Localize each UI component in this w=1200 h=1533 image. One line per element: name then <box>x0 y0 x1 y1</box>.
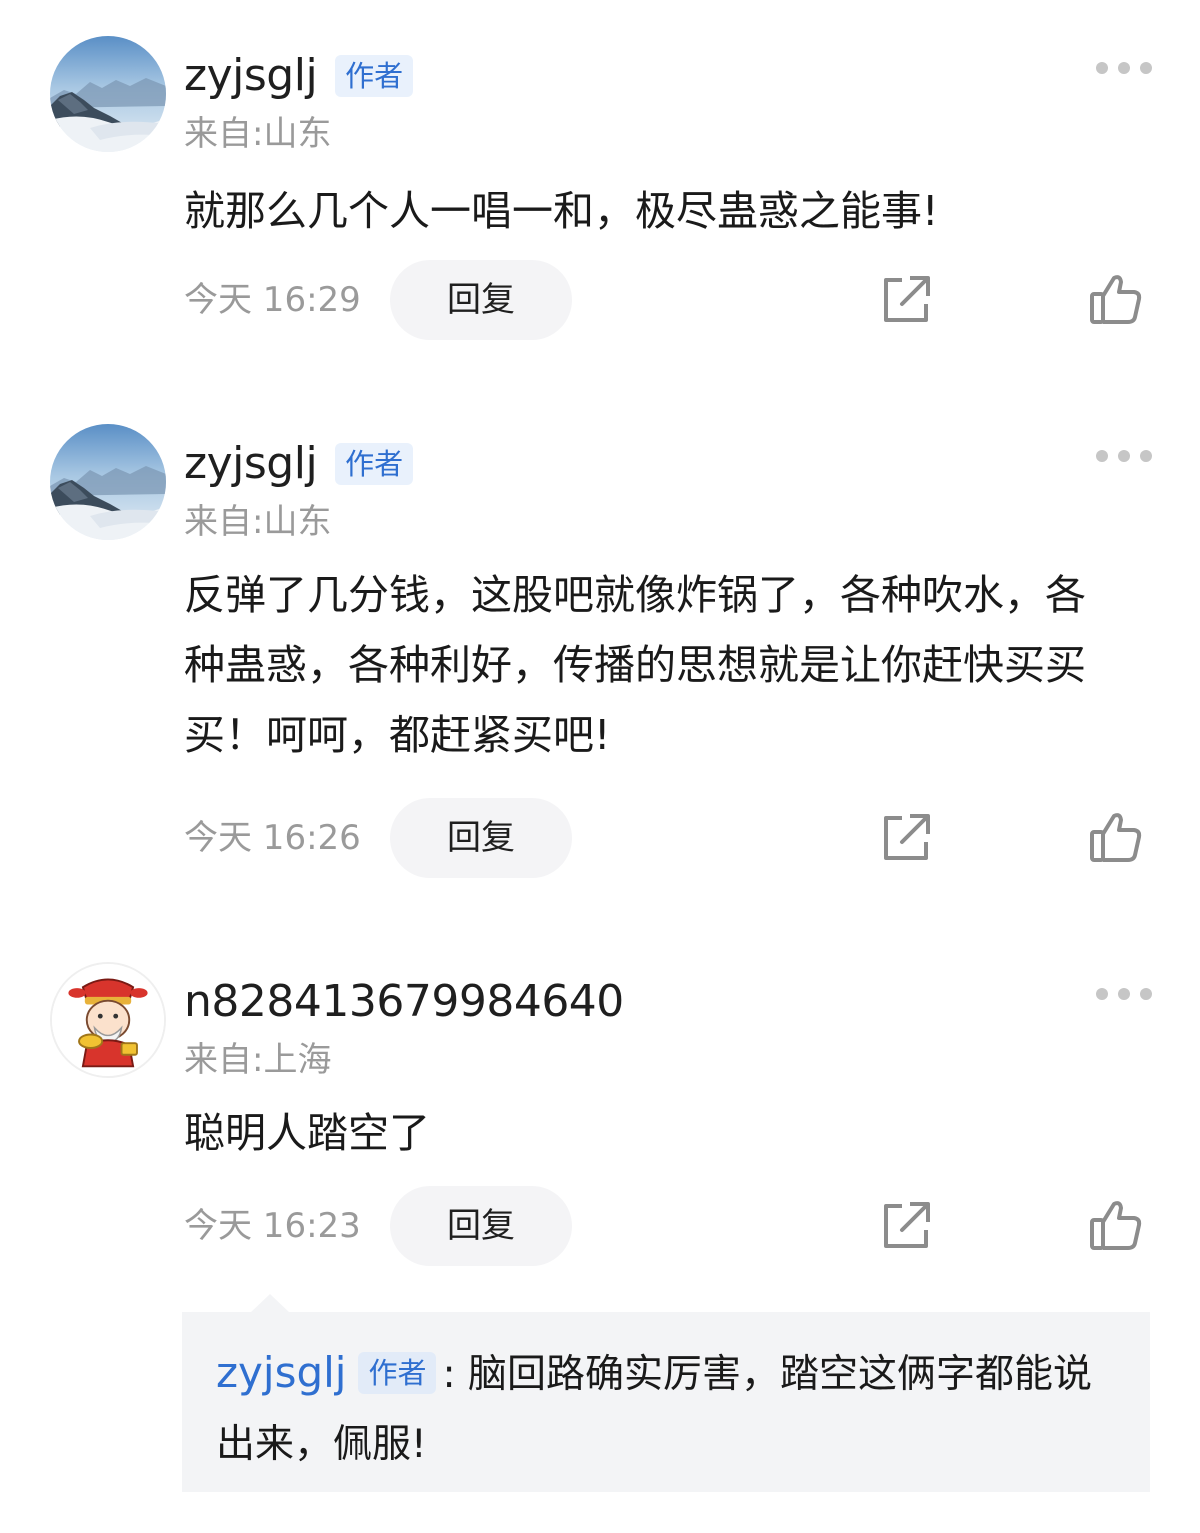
author-row: zyjsglj 作者 <box>184 436 414 492</box>
more-dots-icon[interactable] <box>1096 58 1152 78</box>
sub-reply-username[interactable]: zyjsglj <box>216 1348 346 1397</box>
avatar[interactable] <box>50 424 166 540</box>
author-row: zyjsglj 作者 <box>184 48 414 104</box>
comment-text: 反弹了几分钱，这股吧就像炸锅了，各种吹水，各种蛊惑，各种利好，传播的思想就是让你… <box>184 571 1086 759</box>
comment-item: zyjsglj 作者 来自:山东 就那么几个人一唱一和，极尽蛊惑之能事! 今天 … <box>0 36 1200 356</box>
sub-reply-text: : 脑回路确实厉害，踏空这俩字都能说出来，佩服! <box>216 1352 1093 1467</box>
more-dots-icon[interactable] <box>1096 984 1152 1004</box>
mountain-avatar-image <box>50 36 166 152</box>
location-label: 来自:上海 <box>184 1040 332 1080</box>
comment-actions: 今天 16:29 回复 <box>184 260 1154 340</box>
comment-actions: 今天 16:23 回复 <box>184 1186 1154 1266</box>
location-label: 来自:山东 <box>184 502 332 542</box>
username[interactable]: n828413679984640 <box>184 974 624 1030</box>
timestamp: 今天 16:29 <box>184 280 361 320</box>
sub-reply-content: zyjsglj 作者: 脑回路确实厉害，踏空这俩字都能说出来，佩服! <box>216 1338 1126 1480</box>
location-label: 来自:山东 <box>184 114 332 154</box>
share-icon[interactable] <box>880 274 932 326</box>
comment-text: 就那么几个人一唱一和，极尽蛊惑之能事! <box>184 187 939 235</box>
thumbs-up-icon[interactable] <box>1088 272 1144 326</box>
more-dots-icon[interactable] <box>1096 446 1152 466</box>
reply-button[interactable]: 回复 <box>390 260 572 340</box>
thumbs-up-icon[interactable] <box>1088 1198 1144 1252</box>
author-badge: 作者 <box>358 1352 437 1394</box>
god-of-wealth-avatar-image <box>52 964 164 1076</box>
comment-item: n828413679984640 来自:上海 聪明人踏空了 今天 16:23 回… <box>0 962 1200 1282</box>
share-icon[interactable] <box>880 812 932 864</box>
username[interactable]: zyjsglj <box>184 48 318 104</box>
reply-button[interactable]: 回复 <box>390 1186 572 1266</box>
timestamp: 今天 16:26 <box>184 818 361 858</box>
mountain-avatar-image <box>50 424 166 540</box>
timestamp: 今天 16:23 <box>184 1206 361 1246</box>
author-badge: 作者 <box>335 443 414 485</box>
author-row: n828413679984640 <box>184 974 624 1030</box>
username[interactable]: zyjsglj <box>184 436 318 492</box>
avatar[interactable] <box>50 36 166 152</box>
thumbs-up-icon[interactable] <box>1088 810 1144 864</box>
avatar[interactable] <box>50 962 166 1078</box>
reply-box-arrow <box>250 1294 290 1313</box>
share-icon[interactable] <box>880 1200 932 1252</box>
comment-text: 聪明人踏空了 <box>184 1109 430 1157</box>
comment-item: zyjsglj 作者 来自:山东 反弹了几分钱，这股吧就像炸锅了，各种吹水，各种… <box>0 424 1200 894</box>
sub-reply-box[interactable]: zyjsglj 作者: 脑回路确实厉害，踏空这俩字都能说出来，佩服! <box>182 1312 1150 1492</box>
author-badge: 作者 <box>335 55 414 97</box>
reply-button[interactable]: 回复 <box>390 798 572 878</box>
comment-actions: 今天 16:26 回复 <box>184 798 1154 878</box>
